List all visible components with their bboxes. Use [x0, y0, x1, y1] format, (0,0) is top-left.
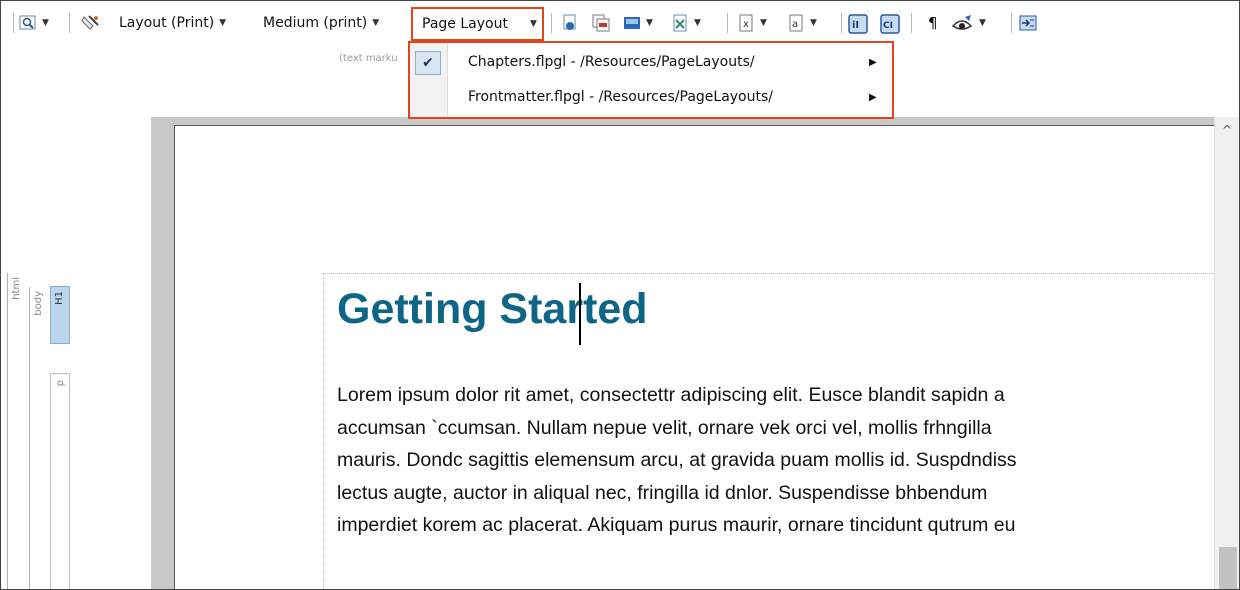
toolbar-separator — [551, 13, 552, 33]
svg-text:iI: iI — [852, 20, 859, 31]
chevron-down-icon: ▼ — [219, 18, 227, 28]
index-icon: x — [737, 14, 755, 32]
scroll-up-icon[interactable]: ^ — [1222, 123, 1232, 137]
check-icon: ✔ — [415, 51, 441, 75]
document-heading[interactable]: Getting Started — [337, 285, 648, 334]
structure-bar-p[interactable]: p — [50, 373, 70, 589]
page-layout-label: Page Layout — [422, 16, 508, 32]
chevron-down-icon: ▼ — [979, 18, 986, 28]
text-cursor — [579, 283, 581, 345]
svg-text:CI: CI — [883, 21, 893, 31]
body-line: Lorem ipsum dolor rit amet, consectettr … — [337, 384, 1005, 406]
menu-item-chapters[interactable]: ✔ Chapters.flpgl - /Resources/PageLayout… — [410, 46, 892, 80]
chevron-down-icon: ▼ — [530, 19, 537, 29]
preview-dropdown[interactable]: ▼ — [19, 11, 49, 35]
body-line: lectus augte, auctor in aliqual nec, fri… — [337, 481, 988, 504]
text-markup-hint: (text marku — [339, 53, 398, 64]
expand-icon — [1019, 14, 1037, 32]
document-body[interactable]: Lorem ipsum dolor rit amet, consectettr … — [337, 379, 1213, 589]
medium-dropdown[interactable]: Medium (print) ▼ — [263, 11, 379, 35]
toolbar-separator — [727, 13, 728, 33]
layout-icon — [81, 14, 99, 32]
chevron-down-icon: ▼ — [694, 18, 701, 28]
structure-bar-label: html — [11, 277, 22, 300]
insert-image-dropdown[interactable]: ▼ — [623, 11, 653, 35]
toolbar: ▼ Layout (Print) ▼ Medium (print) ▼ Page… — [1, 1, 1239, 45]
toolbar-separator — [1011, 13, 1012, 33]
chevron-down-icon: ▼ — [42, 18, 49, 28]
page-layout-dropdown[interactable]: Page Layout ▼ — [411, 7, 544, 41]
chevron-down-icon: ▼ — [810, 18, 817, 28]
chevron-down-icon: ▼ — [760, 18, 767, 28]
menu-item-label: Chapters.flpgl - /Resources/PageLayouts/ — [468, 54, 755, 70]
toolbar-separator — [13, 13, 14, 33]
eye-icon — [951, 14, 973, 32]
vertical-scrollbar[interactable]: ^ — [1214, 117, 1239, 589]
index-markers-button[interactable]: iI — [848, 11, 868, 35]
toolbar-separator — [841, 13, 842, 33]
insert-snippet-icon — [592, 14, 610, 32]
index-marker-icon: iI — [848, 14, 868, 34]
preview-icon — [19, 14, 37, 32]
glossary-icon: a — [787, 14, 805, 32]
editor-window: ▼ Layout (Print) ▼ Medium (print) ▼ Page… — [0, 0, 1240, 590]
structure-bar-label: p — [55, 380, 66, 387]
menu-item-frontmatter[interactable]: Frontmatter.flpgl - /Resources/PageLayou… — [410, 81, 892, 115]
insert-variable-icon — [561, 14, 579, 32]
concept-marker-icon: CI — [880, 14, 900, 34]
concept-markers-button[interactable]: CI — [880, 11, 900, 35]
svg-text:x: x — [743, 19, 749, 30]
pilcrow-icon: ¶ — [928, 14, 938, 32]
medium-label: Medium (print) — [263, 15, 368, 31]
scrollbar-thumb[interactable] — [1219, 547, 1237, 589]
image-icon — [623, 14, 641, 32]
submenu-arrow-icon: ▶ — [869, 92, 877, 103]
layout-dropdown[interactable]: Layout (Print) ▼ — [81, 11, 226, 35]
toolbar-separator — [69, 13, 70, 33]
toolbar-separator — [911, 13, 912, 33]
show-formatting-button[interactable]: ¶ — [928, 11, 938, 35]
structure-bar-label: H1 — [54, 291, 65, 305]
chevron-down-icon: ▼ — [372, 18, 380, 28]
body-line: accumsan `ccumsan. Nullam nepue velit, o… — [337, 416, 992, 439]
submenu-arrow-icon: ▶ — [869, 57, 877, 68]
structure-bar-h1[interactable]: H1 — [50, 286, 70, 344]
structure-bar-body[interactable]: body — [29, 287, 51, 589]
structure-bar-html[interactable]: html — [7, 273, 29, 589]
menu-item-label: Frontmatter.flpgl - /Resources/PageLayou… — [468, 89, 773, 105]
insert-glossary-dropdown[interactable]: a ▼ — [787, 11, 817, 35]
show-tags-dropdown[interactable]: ▼ — [951, 11, 986, 35]
structure-bar-label: body — [33, 291, 44, 316]
page-layout-menu: ✔ Chapters.flpgl - /Resources/PageLayout… — [408, 41, 894, 119]
body-line: imperdiet korem ac placerat. Akiquam pur… — [337, 514, 1016, 536]
expand-button[interactable] — [1019, 11, 1037, 35]
insert-snippet-button[interactable] — [592, 11, 610, 35]
layout-label: Layout (Print) — [119, 15, 215, 31]
body-line: mauris. Dondc sagittis elemensum arcu, a… — [337, 449, 1017, 471]
chevron-down-icon: ▼ — [646, 18, 653, 28]
insert-variable-button[interactable] — [561, 11, 579, 35]
svg-text:a: a — [792, 19, 798, 30]
insert-cross-reference-dropdown[interactable]: ▼ — [671, 11, 701, 35]
cross-reference-icon — [671, 14, 689, 32]
insert-index-dropdown[interactable]: x ▼ — [737, 11, 767, 35]
